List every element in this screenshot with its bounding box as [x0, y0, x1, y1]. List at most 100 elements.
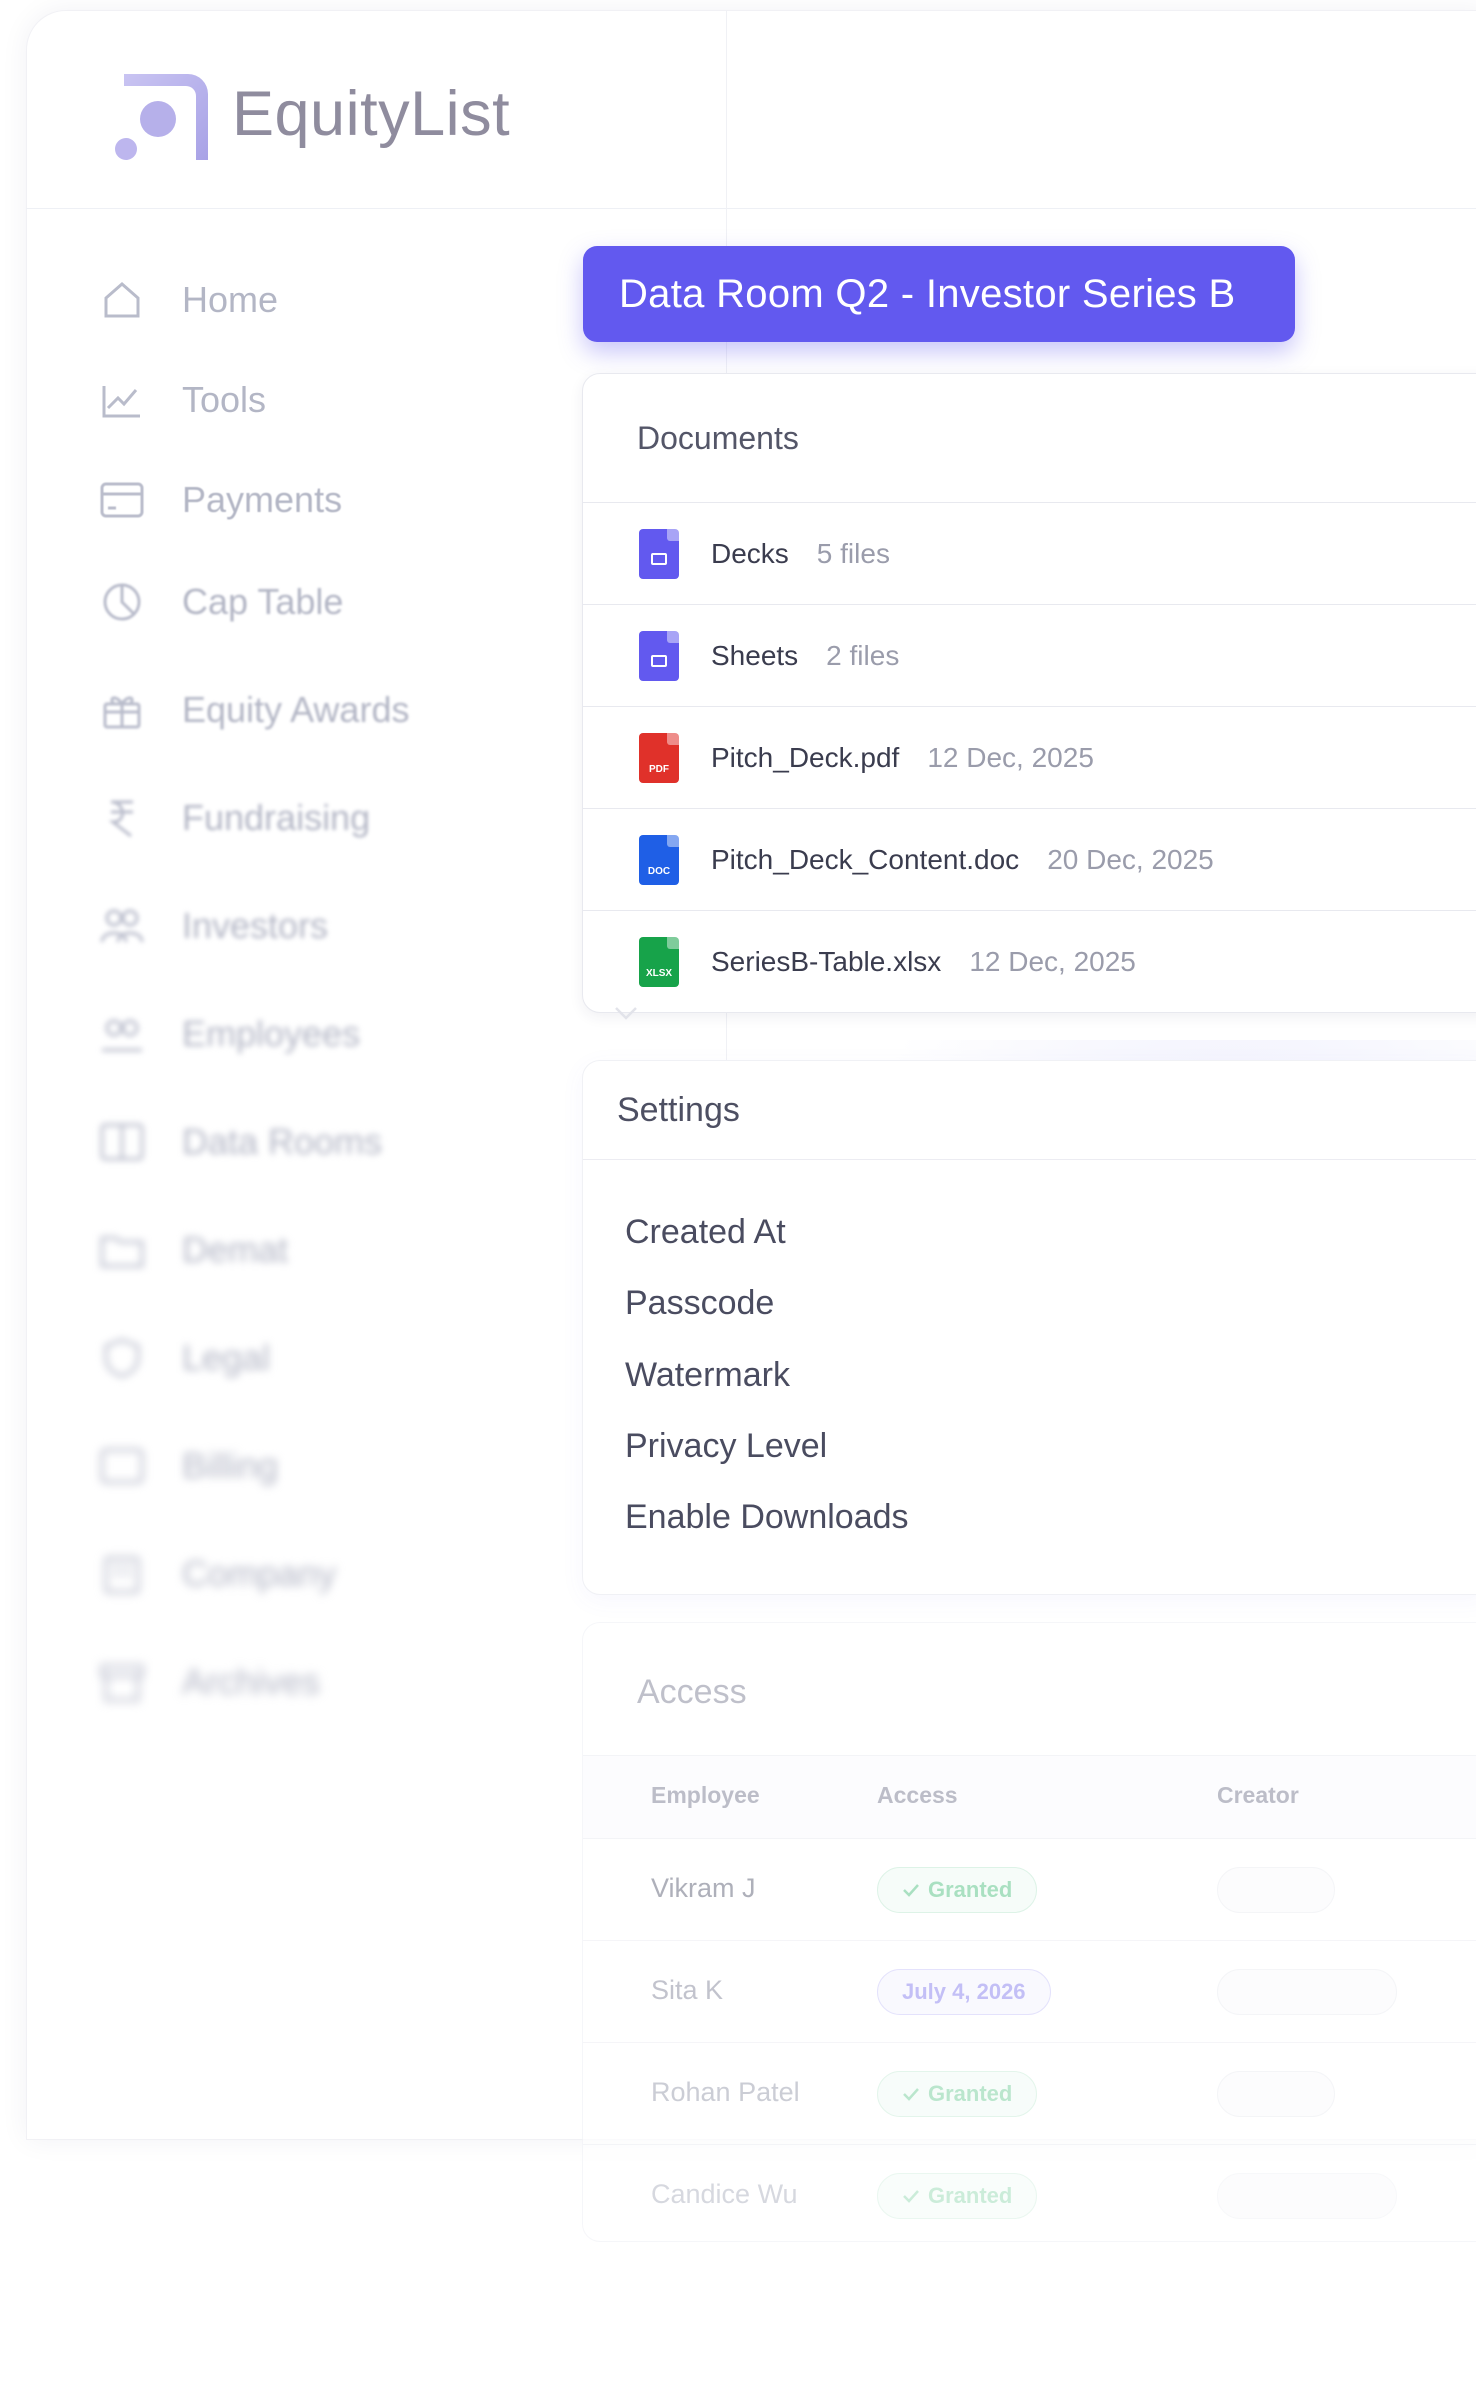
- folder-icon: [639, 528, 679, 579]
- document-meta: 5 files: [816, 537, 890, 569]
- setting-passcode[interactable]: Passcode: [625, 1284, 774, 1323]
- home-icon: [100, 278, 144, 322]
- data-room-title-text: Data Room Q2 - Investor Series B: [619, 271, 1236, 316]
- users-icon: [100, 904, 144, 948]
- sidebar-item-legal[interactable]: Legal: [100, 1328, 270, 1388]
- sidebar-item-demat[interactable]: Demat: [100, 1220, 288, 1280]
- sidebar-item-label: Employees: [182, 1013, 361, 1054]
- creator-avatar: [1217, 1969, 1397, 2015]
- document-row[interactable]: DOC Pitch_Deck_Content.doc 20 Dec, 2025: [583, 809, 1476, 911]
- chart-line-icon: [100, 378, 144, 422]
- document-row[interactable]: Decks 5 files: [583, 503, 1476, 605]
- document-meta: 2 files: [826, 639, 900, 671]
- data-room-icon: [100, 1120, 144, 1164]
- column-header-access[interactable]: Access: [877, 1782, 958, 1809]
- access-table-header: Employee Access Creator: [583, 1755, 1476, 1839]
- sidebar-item-company[interactable]: Company: [100, 1544, 336, 1604]
- access-title: Access: [637, 1673, 747, 1711]
- sidebar-item-equity-awards[interactable]: Equity Awards: [100, 680, 409, 740]
- logo-text: EquityList: [232, 79, 511, 149]
- employee-name: Candice Wu: [651, 2179, 798, 2209]
- document-name: SeriesB-Table.xlsx: [711, 946, 942, 977]
- status-badge: Granted: [877, 2071, 1038, 2117]
- document-meta: 12 Dec, 2025: [969, 946, 1136, 977]
- sidebar-item-label: Equity Awards: [182, 689, 410, 730]
- employee-name: Vikram J: [651, 1873, 756, 1903]
- sidebar-item-investors[interactable]: Investors: [100, 896, 328, 956]
- column-header-creator[interactable]: Creator: [1217, 1782, 1299, 1809]
- credit-card-icon: [100, 478, 144, 522]
- employee-name: Sita K: [651, 1975, 724, 2005]
- access-card: Access Employee Access Creator Vikram J …: [582, 1622, 1476, 2242]
- equitylist-logo-icon: [114, 66, 212, 162]
- table-row[interactable]: Vikram J Granted: [583, 1839, 1476, 1941]
- sidebar-item-label: Legal: [182, 1337, 271, 1378]
- setting-watermark[interactable]: Watermark: [625, 1356, 790, 1395]
- creator-avatar: [1217, 2173, 1397, 2219]
- team-icon: [100, 1012, 144, 1056]
- sidebar-item-label: Cap Table: [182, 581, 344, 622]
- sidebar-item-label: Company: [182, 1553, 337, 1594]
- document-row[interactable]: XLSX SeriesB-Table.xlsx 12 Dec, 2025: [583, 911, 1476, 1013]
- employee-name: Rohan Patel: [651, 2077, 800, 2107]
- sidebar-item-label: Billing: [182, 1445, 279, 1486]
- table-row[interactable]: Rohan Patel Granted: [583, 2043, 1476, 2145]
- sidebar-item-cap-table[interactable]: Cap Table: [100, 572, 343, 632]
- logo[interactable]: EquityList: [114, 66, 510, 162]
- sidebar-item-label: Investors: [182, 905, 329, 946]
- settings-card: Settings Created At Passcode Watermark P…: [582, 1060, 1476, 1595]
- documents-title: Documents: [637, 420, 799, 456]
- archive-icon: [100, 1660, 144, 1704]
- document-name: Pitch_Deck_Content.doc: [711, 843, 1020, 875]
- column-header-employee[interactable]: Employee: [651, 1782, 760, 1809]
- sidebar-item-label: Demat: [182, 1229, 289, 1270]
- billing-icon: [100, 1444, 144, 1488]
- gift-icon: [100, 688, 144, 732]
- divider: [583, 1159, 1476, 1160]
- folder-icon: [639, 630, 679, 681]
- check-icon: [903, 1884, 919, 1897]
- check-icon: [903, 2088, 919, 2101]
- document-meta: 12 Dec, 2025: [927, 741, 1094, 773]
- sidebar-item-label: Archives: [182, 1661, 321, 1702]
- setting-privacy-level[interactable]: Privacy Level: [625, 1427, 827, 1466]
- sidebar-item-label: Data Rooms: [182, 1121, 383, 1162]
- document-row[interactable]: PDF Pitch_Deck.pdf 12 Dec, 2025: [583, 707, 1476, 809]
- sidebar-item-tools[interactable]: Tools: [100, 370, 266, 430]
- table-row[interactable]: Sita K July 4, 2026: [583, 1941, 1476, 2043]
- sidebar-item-employees[interactable]: Employees: [100, 1004, 360, 1064]
- chevron-down-icon: [615, 1007, 637, 1020]
- creator-avatar: [1217, 2071, 1335, 2117]
- sidebar-item-billing[interactable]: Billing: [100, 1436, 278, 1496]
- sidebar-item-fundraising[interactable]: Fundraising: [100, 788, 370, 848]
- status-badge: Granted: [877, 1867, 1038, 1913]
- document-name: Pitch_Deck.pdf: [711, 741, 900, 773]
- doc-file-icon: DOC: [639, 834, 679, 885]
- sidebar-item-home[interactable]: Home: [100, 270, 278, 330]
- pdf-file-icon: PDF: [639, 732, 679, 783]
- setting-enable-downloads[interactable]: Enable Downloads: [625, 1498, 909, 1537]
- setting-created-at[interactable]: Created At: [625, 1213, 786, 1252]
- shield-icon: [100, 1336, 144, 1380]
- status-badge: Granted: [877, 2173, 1038, 2219]
- sidebar-item-label: Payments: [182, 479, 343, 520]
- xlsx-file-icon: XLSX: [639, 937, 679, 987]
- header-divider: [26, 208, 1476, 209]
- sidebar-item-label: Home: [182, 279, 279, 320]
- rupee-icon: [100, 796, 144, 840]
- document-name: Decks: [711, 537, 789, 569]
- sidebar-item-archives[interactable]: Archives: [100, 1652, 320, 1712]
- creator-avatar: [1217, 1867, 1335, 1913]
- status-badge: July 4, 2026: [877, 1969, 1051, 2015]
- check-icon: [903, 2190, 919, 2203]
- table-row[interactable]: Candice Wu Granted: [583, 2145, 1476, 2247]
- pie-chart-icon: [100, 580, 144, 624]
- sidebar-item-label: Fundraising: [182, 797, 371, 838]
- folder-icon: [100, 1228, 144, 1272]
- building-icon: [100, 1552, 144, 1596]
- data-room-title[interactable]: Data Room Q2 - Investor Series B: [583, 246, 1295, 342]
- sidebar-item-payments[interactable]: Payments: [100, 470, 342, 530]
- sidebar-item-label: Tools: [182, 379, 267, 420]
- sidebar-item-data-rooms[interactable]: Data Rooms: [100, 1112, 382, 1172]
- document-row[interactable]: Sheets 2 files: [583, 605, 1476, 707]
